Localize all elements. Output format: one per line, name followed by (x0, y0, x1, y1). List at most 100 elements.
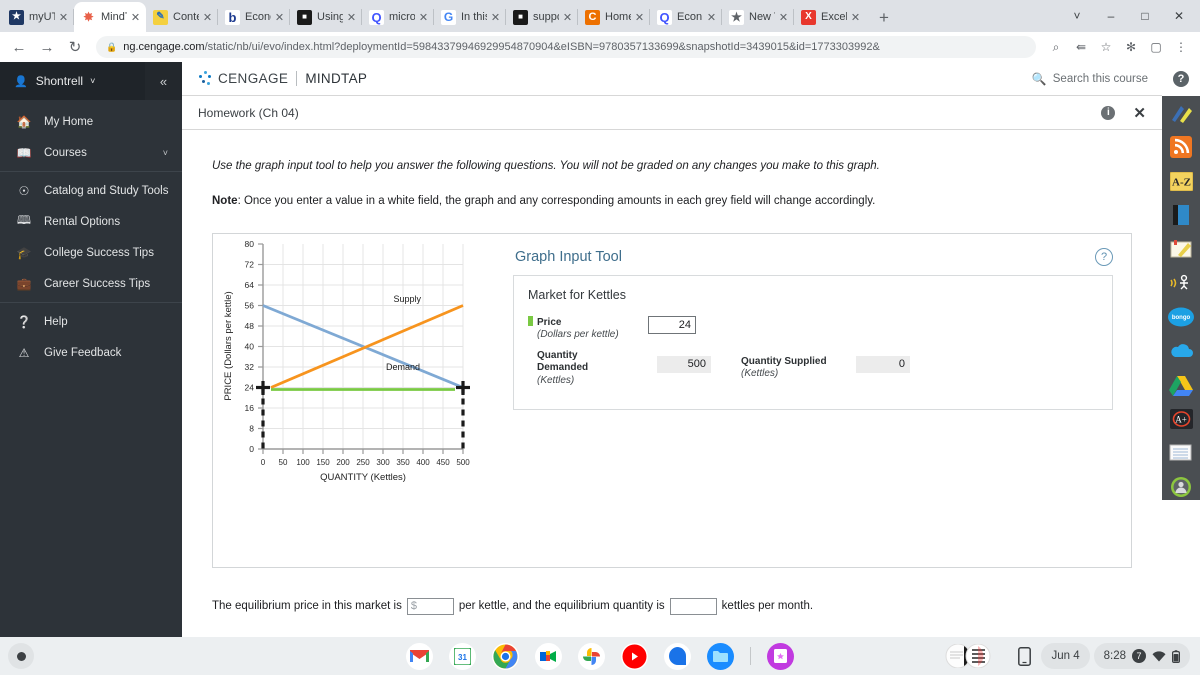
chrome-icon[interactable] (492, 642, 519, 670)
sidebar-item-my-home[interactable]: 🏠 My Home (0, 106, 182, 137)
files-icon[interactable] (707, 642, 734, 670)
graduation-cap-icon: 🎓 (16, 245, 32, 260)
close-icon[interactable]: ✕ (1133, 104, 1146, 122)
y-axis-title: PRICE (Dollars per kettle) (223, 291, 234, 400)
sidebar-item-catalog-and-study-tools[interactable]: ☉ Catalog and Study Tools (0, 175, 182, 206)
phone-icon (1018, 646, 1032, 666)
date-pill[interactable]: Jun 4 (1041, 643, 1090, 669)
equilibrium-price-input[interactable]: $ (406, 597, 454, 615)
chromeos-shelf: 31 Jun 4 8:28 7 (0, 637, 1200, 675)
tab-close-icon[interactable]: ✕ (633, 11, 646, 24)
sidebar-item-courses[interactable]: 📖 Courses ˅ (0, 137, 182, 168)
browser-tab[interactable]: Q micro ✕ (362, 2, 434, 32)
browser-tab[interactable]: ■ suppo ✕ (506, 2, 578, 32)
bongo-icon[interactable]: bongo (1167, 304, 1195, 330)
tab-close-icon[interactable]: ✕ (129, 11, 142, 24)
tab-search-chevron-icon[interactable]: ˅ (1060, 1, 1094, 31)
sidebar-item-give-feedback[interactable]: ⚠ Give Feedback (0, 337, 182, 368)
browser-tab[interactable]: b Econo ✕ (218, 2, 290, 32)
forward-button[interactable]: → (34, 34, 60, 60)
google-calendar-icon[interactable]: 31 (449, 642, 476, 670)
tab-close-icon[interactable]: ✕ (777, 11, 790, 24)
rail-help-button[interactable]: ? (1162, 62, 1200, 96)
chrome-menu-icon[interactable]: ⋮ (1170, 36, 1192, 58)
browser-tab[interactable]: G In this ✕ (434, 2, 506, 32)
help-circle-icon[interactable]: ? (1095, 247, 1113, 266)
sidebar-user[interactable]: 👤 Shontrell ˅ « (0, 62, 182, 100)
ebook-icon[interactable] (1167, 202, 1195, 228)
launcher-button[interactable] (8, 643, 34, 669)
price-input[interactable]: 24 (648, 315, 696, 334)
browser-tab[interactable]: Q Econ ✕ (650, 2, 722, 32)
google-drive-icon[interactable] (1167, 372, 1195, 398)
az-glossary-icon[interactable]: A-Z (1167, 168, 1195, 194)
svg-text:400: 400 (416, 458, 430, 467)
sidebar-item-rental-options[interactable]: 🕮 Rental Options (0, 206, 182, 237)
tab-close-icon[interactable]: ✕ (849, 11, 862, 24)
read-speaker-icon[interactable] (1167, 270, 1195, 296)
tab-close-icon[interactable]: ✕ (273, 11, 286, 24)
side-panel-icon[interactable]: ▢ (1145, 36, 1167, 58)
tab-close-icon[interactable]: ✕ (705, 11, 718, 24)
reload-button[interactable]: ↻ (62, 34, 88, 60)
new-tab-button[interactable]: + (870, 4, 898, 32)
phone-hub-button[interactable] (1012, 643, 1037, 669)
browser-tab[interactable]: ■ Using ✕ (290, 2, 362, 32)
google-meet-icon[interactable] (535, 642, 562, 670)
minimize-button[interactable]: – (1094, 1, 1128, 31)
share-icon[interactable]: ⇚ (1070, 36, 1092, 58)
svg-text:64: 64 (245, 280, 255, 290)
gmail-icon[interactable] (406, 642, 433, 670)
tab-title: MindT (101, 11, 127, 23)
tab-close-icon[interactable]: ✕ (489, 11, 502, 24)
tab-close-icon[interactable]: ✕ (57, 11, 70, 24)
main-content: CENGAGE MINDTAP 🔍 Search this course Hom… (182, 62, 1162, 637)
sidebar-item-help[interactable]: ❔ Help (0, 306, 182, 337)
onedrive-icon[interactable] (1167, 338, 1195, 364)
tab-close-icon[interactable]: ✕ (201, 11, 214, 24)
google-photos-icon[interactable] (578, 642, 605, 670)
browser-tab[interactable]: X Excel ✕ (794, 2, 866, 32)
google-messages-icon[interactable] (664, 642, 691, 670)
chegg-c-icon: C (585, 9, 600, 25)
rss-feed-icon[interactable] (1167, 134, 1195, 160)
question-circle-icon: ? (1173, 71, 1189, 87)
browser-tab[interactable]: ✎ Conte ✕ (146, 2, 218, 32)
sidebar-item-college-success-tips[interactable]: 🎓 College Success Tips (0, 237, 182, 268)
address-bar[interactable]: 🔒 ng.cengage.com/static/nb/ui/evo/index.… (96, 36, 1036, 58)
equilibrium-quantity-input[interactable] (669, 597, 717, 615)
maximize-restore-button[interactable]: □ (1128, 1, 1162, 31)
tool-rail: A-Z bongo A+ (1162, 96, 1200, 500)
browser-tab[interactable]: ★ New T ✕ (722, 2, 794, 32)
flashcards-icon[interactable] (1167, 440, 1195, 466)
browser-tab-active[interactable]: ✸ MindT ✕ (74, 2, 146, 32)
close-window-button[interactable]: ✕ (1162, 1, 1196, 31)
notes-icon[interactable] (1167, 236, 1195, 262)
zoom-out-icon[interactable]: ⌕ (1045, 36, 1067, 58)
profile-avatar-icon[interactable] (1167, 474, 1195, 500)
back-button[interactable]: ← (6, 34, 32, 60)
status-tray[interactable]: 8:28 7 (1093, 643, 1190, 669)
sidebar-collapse-button[interactable]: « (145, 62, 182, 100)
notification-previews[interactable] (938, 643, 1008, 669)
chevron-down-icon: ˅ (162, 147, 168, 158)
info-icon[interactable]: i (1101, 105, 1116, 120)
grade-a-plus-icon[interactable]: A+ (1167, 406, 1195, 432)
sidebar-item-career-success-tips[interactable]: 💼 Career Success Tips (0, 268, 182, 299)
svg-text:31: 31 (458, 653, 467, 662)
tab-close-icon[interactable]: ✕ (561, 11, 574, 24)
course-search[interactable]: 🔍 Search this course (1032, 72, 1162, 86)
highlighter-pen-icon[interactable] (1167, 100, 1195, 126)
extensions-puzzle-icon[interactable]: ✻ (1120, 36, 1142, 58)
youtube-icon[interactable] (621, 642, 648, 670)
bookmark-star-icon[interactable]: ☆ (1095, 36, 1117, 58)
tab-title: micro (389, 11, 415, 23)
tab-title: Econo (245, 11, 271, 23)
tab-close-icon[interactable]: ✕ (345, 11, 358, 24)
tab-close-icon[interactable]: ✕ (417, 11, 430, 24)
canva-icon[interactable] (767, 642, 794, 670)
svg-text:100: 100 (296, 458, 310, 467)
chevron-down-icon: ˅ (90, 76, 96, 86)
browser-tab[interactable]: C Home ✕ (578, 2, 650, 32)
browser-tab[interactable]: ★ myUT ✕ (2, 2, 74, 32)
